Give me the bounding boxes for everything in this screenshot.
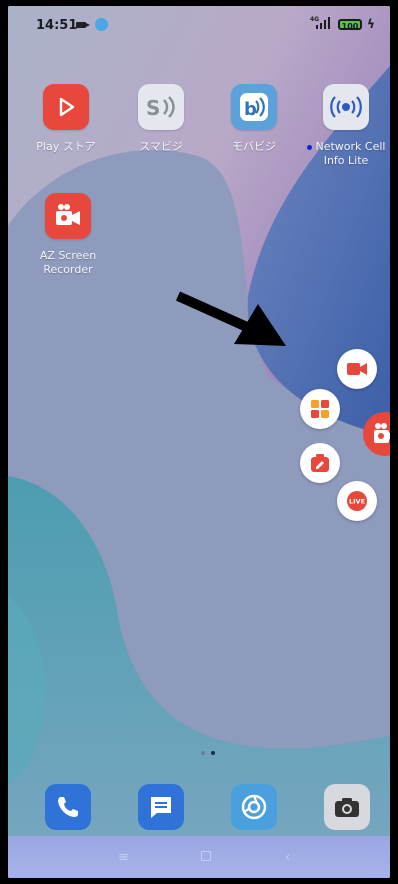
page-indicator [198,740,218,759]
screenshot-icon [311,454,329,472]
tools-grid-icon [311,400,329,418]
svg-text:b: b [244,99,257,120]
network-cell-icon [323,84,369,130]
messages-app[interactable] [138,784,184,830]
app-label: モバビジ [232,140,276,153]
tools-button[interactable] [300,389,340,429]
home-screen: 14:51 4G 100 ϟ Play ストア S スマビジ b モバビジ Ne… [8,6,390,878]
app-play-store[interactable]: Play ストア [26,84,106,154]
sumabiji-icon: S [138,84,184,130]
signal-icon: 4G [310,16,330,29]
app-az-screen-recorder[interactable]: AZ Screen Recorder [28,193,108,277]
phone-app[interactable] [45,784,91,830]
live-stream-button[interactable]: LIVE [337,481,377,521]
clock: 14:51 [36,18,78,33]
status-bar: 14:51 4G 100 ϟ [8,6,390,44]
camera-app[interactable] [324,784,370,830]
app-label: Play ストア [36,140,96,153]
record-button[interactable] [337,349,377,389]
play-store-icon [43,84,89,130]
mobabiji-icon: b [231,84,277,130]
app-label: AZ Screen Recorder [39,249,97,276]
app-label: スマビジ [139,140,183,153]
az-recorder-icon [45,193,91,239]
svg-text:S: S [146,96,160,120]
svg-text:4G: 4G [310,16,319,23]
charging-icon: ϟ [367,17,375,31]
az-recorder-icon [374,423,390,443]
svg-text:LIVE: LIVE [349,498,365,506]
app-mobabiji[interactable]: b モバビジ [214,84,294,154]
browser-icon [241,794,267,820]
app-network-cell-info[interactable]: Network Cell Info Lite [303,84,389,168]
record-icon [347,363,367,375]
navigation-bar: ≡ ‹ [8,836,390,878]
new-badge-dot [306,144,312,150]
live-icon: LIVE [347,491,367,511]
settings-notification-icon [95,18,108,31]
messages-icon [151,797,171,818]
browser-app[interactable] [231,784,277,830]
page-dot [201,751,205,755]
page-dot-active [211,751,215,755]
menu-nav-icon[interactable]: ≡ [118,850,129,865]
home-nav-icon[interactable] [201,851,211,861]
app-label: Network Cell Info Lite [303,140,389,168]
back-nav-icon[interactable]: ‹ [285,850,290,865]
phone-icon [58,797,78,817]
battery-icon: 100 [338,19,362,31]
screen-record-indicator-icon [76,22,90,28]
camera-icon [335,798,359,817]
app-sumabiji[interactable]: S スマビジ [121,84,201,154]
screenshot-button[interactable] [300,443,340,483]
